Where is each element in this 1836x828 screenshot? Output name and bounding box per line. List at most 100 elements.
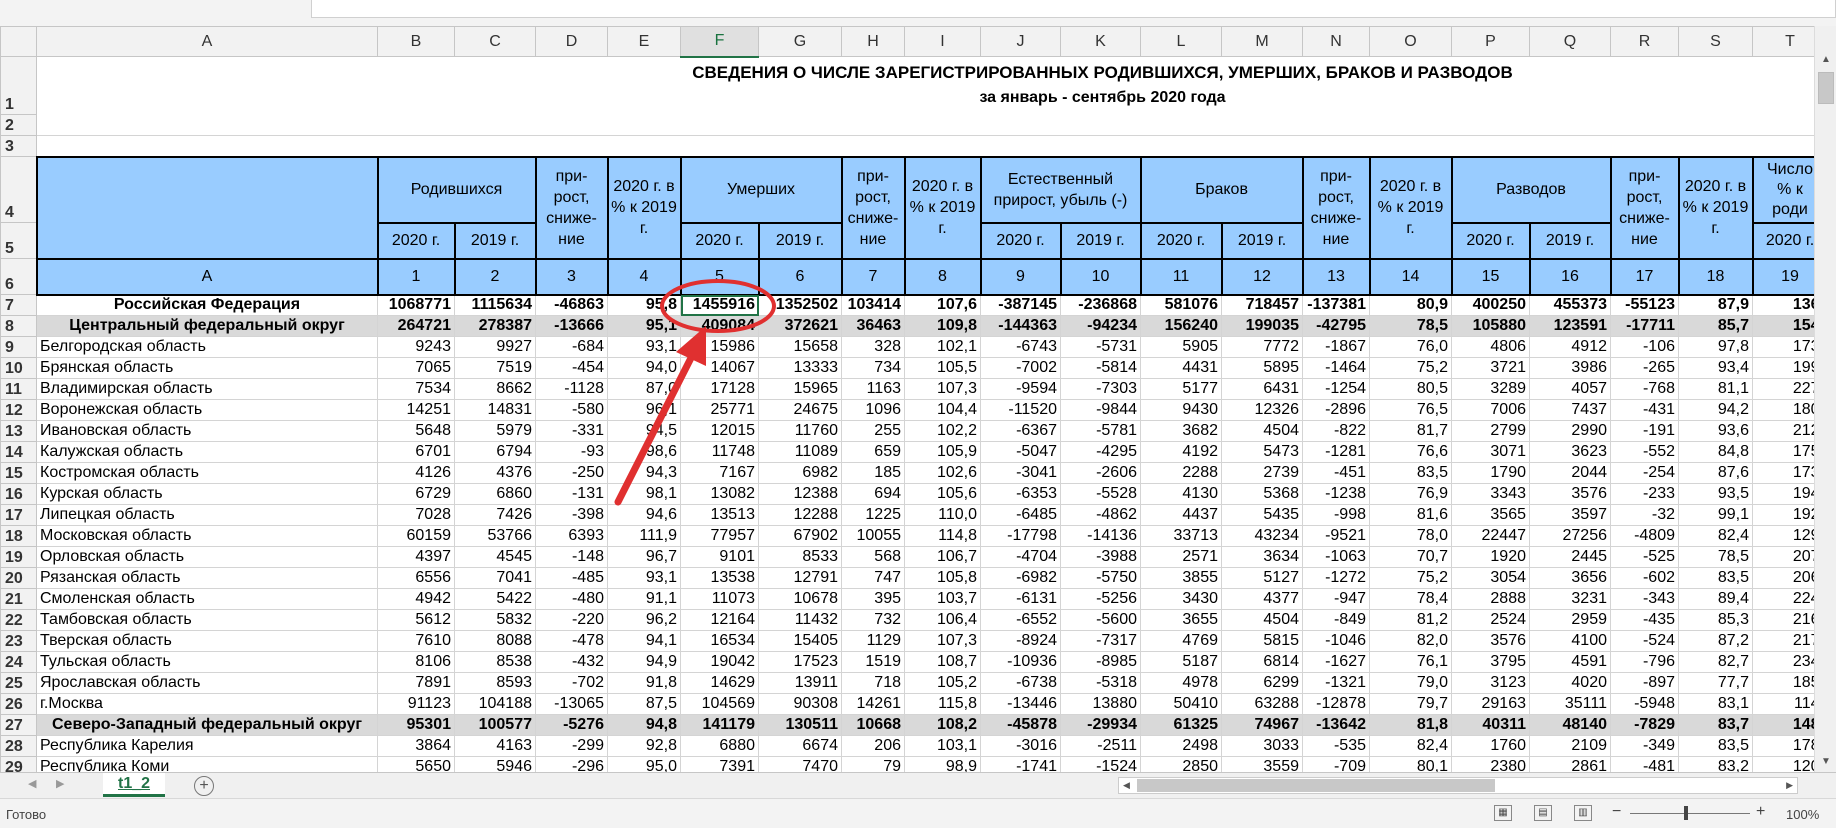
data-cell[interactable]: -849 — [1302, 609, 1370, 631]
data-cell[interactable]: 111,9 — [607, 525, 681, 547]
data-cell[interactable]: -349 — [1610, 735, 1679, 757]
data-cell[interactable]: -5781 — [1060, 420, 1141, 442]
data-cell[interactable]: -5528 — [1060, 483, 1141, 505]
data-cell[interactable]: -3016 — [980, 735, 1061, 757]
data-cell[interactable]: 734 — [841, 357, 905, 379]
data-cell[interactable]: 6674 — [758, 735, 842, 757]
data-cell[interactable]: 1068771 — [377, 293, 455, 316]
row-header[interactable]: 21 — [0, 588, 37, 610]
data-cell[interactable]: 81,2 — [1369, 609, 1452, 631]
scroll-left-icon[interactable]: ◀ — [1123, 778, 1130, 793]
data-cell[interactable]: 94,2 — [1678, 399, 1753, 421]
data-cell[interactable]: 395 — [841, 588, 905, 610]
data-cell[interactable]: -331 — [535, 420, 608, 442]
data-cell[interactable]: -14136 — [1060, 525, 1141, 547]
data-cell[interactable]: 4437 — [1140, 504, 1222, 526]
data-cell[interactable]: 98,1 — [607, 483, 681, 505]
region-name-cell[interactable]: Северо-Западный федеральный округ — [36, 714, 378, 736]
scroll-down-icon[interactable]: ▼ — [1815, 752, 1836, 772]
row-header[interactable]: 9 — [0, 336, 37, 358]
data-cell[interactable]: 7437 — [1529, 399, 1611, 421]
data-cell[interactable]: 14831 — [454, 399, 536, 421]
row-header[interactable]: 25 — [0, 672, 37, 694]
tab-prev-icon[interactable]: ◀ — [28, 777, 36, 790]
data-cell[interactable]: 3576 — [1529, 483, 1611, 505]
data-cell[interactable]: 6701 — [377, 441, 455, 463]
data-cell[interactable]: 82,0 — [1369, 630, 1452, 652]
data-cell[interactable]: 108,2 — [904, 714, 981, 736]
data-cell[interactable]: -7002 — [980, 357, 1061, 379]
data-cell[interactable]: 83,5 — [1678, 567, 1753, 589]
data-cell[interactable]: -13065 — [535, 693, 608, 715]
row-header[interactable]: 18 — [0, 525, 37, 547]
data-cell[interactable]: 11760 — [758, 420, 842, 442]
data-cell[interactable]: 77,7 — [1678, 672, 1753, 694]
data-cell[interactable]: 83,2 — [1678, 756, 1753, 772]
data-cell[interactable]: 141179 — [680, 714, 759, 736]
data-cell[interactable]: 123591 — [1529, 315, 1611, 337]
data-cell[interactable]: 82,4 — [1369, 735, 1452, 757]
data-cell[interactable]: 15658 — [758, 336, 842, 358]
data-cell[interactable]: 76,1 — [1369, 651, 1452, 673]
data-cell[interactable]: -2511 — [1060, 735, 1141, 757]
data-cell[interactable]: 10055 — [841, 525, 905, 547]
data-cell[interactable]: 1115634 — [454, 293, 536, 316]
data-cell[interactable]: 2445 — [1529, 546, 1611, 568]
data-cell[interactable]: 94,8 — [607, 714, 681, 736]
data-cell[interactable]: 2861 — [1529, 756, 1611, 772]
data-cell[interactable]: 90308 — [758, 693, 842, 715]
data-cell[interactable]: 12791 — [758, 567, 842, 589]
region-name-cell[interactable]: Центральный федеральный округ — [36, 315, 378, 337]
data-cell[interactable]: 87,5 — [607, 693, 681, 715]
row-header[interactable]: 10 — [0, 357, 37, 379]
data-cell[interactable]: 4126 — [377, 462, 455, 484]
data-cell[interactable]: 7028 — [377, 504, 455, 526]
data-cell[interactable]: 70,7 — [1369, 546, 1452, 568]
data-cell[interactable]: 4806 — [1451, 336, 1530, 358]
row-header[interactable]: 4 — [0, 156, 37, 223]
data-cell[interactable]: -454 — [535, 357, 608, 379]
data-cell[interactable]: -7303 — [1060, 378, 1141, 400]
data-cell[interactable]: 2739 — [1221, 462, 1303, 484]
data-cell[interactable]: 29163 — [1451, 693, 1530, 715]
data-cell[interactable]: 93,6 — [1678, 420, 1753, 442]
data-cell[interactable]: 36463 — [841, 315, 905, 337]
data-cell[interactable]: 4431 — [1140, 357, 1222, 379]
data-cell[interactable]: -93 — [535, 441, 608, 463]
data-cell[interactable]: 97,8 — [1678, 336, 1753, 358]
column-header-i[interactable]: I — [904, 26, 981, 57]
data-cell[interactable]: 4057 — [1529, 378, 1611, 400]
data-cell[interactable]: 102,1 — [904, 336, 981, 358]
row-header[interactable]: 2 — [0, 114, 37, 136]
add-sheet-icon[interactable]: + — [194, 776, 214, 796]
zoom-out-icon[interactable]: − — [1612, 803, 1621, 821]
data-cell[interactable]: -6743 — [980, 336, 1061, 358]
data-cell[interactable]: 1225 — [841, 504, 905, 526]
data-cell[interactable]: 5648 — [377, 420, 455, 442]
data-cell[interactable]: 92,8 — [607, 735, 681, 757]
data-cell[interactable]: 185 — [841, 462, 905, 484]
data-cell[interactable]: 1096 — [841, 399, 905, 421]
row-header[interactable]: 3 — [0, 135, 37, 157]
data-cell[interactable]: 87,2 — [1678, 630, 1753, 652]
vertical-scrollbar[interactable]: ▲ ▼ — [1814, 26, 1836, 772]
data-cell[interactable]: -1464 — [1302, 357, 1370, 379]
data-cell[interactable]: 81,7 — [1369, 420, 1452, 442]
page-layout-icon[interactable]: ▤ — [1534, 805, 1552, 821]
data-cell[interactable]: 3123 — [1451, 672, 1530, 694]
data-cell[interactable]: -552 — [1610, 441, 1679, 463]
data-cell[interactable]: 3033 — [1221, 735, 1303, 757]
data-cell[interactable]: 11089 — [758, 441, 842, 463]
data-cell[interactable]: 83,5 — [1369, 462, 1452, 484]
data-cell[interactable]: 103,1 — [904, 735, 981, 757]
data-cell[interactable]: 7426 — [454, 504, 536, 526]
data-cell[interactable]: 94,5 — [607, 420, 681, 442]
data-cell[interactable]: -1128 — [535, 378, 608, 400]
data-cell[interactable]: 10668 — [841, 714, 905, 736]
row-header[interactable]: 13 — [0, 420, 37, 442]
data-cell[interactable]: -796 — [1610, 651, 1679, 673]
data-cell[interactable]: -6485 — [980, 504, 1061, 526]
data-cell[interactable]: -12878 — [1302, 693, 1370, 715]
data-cell[interactable]: -481 — [1610, 756, 1679, 772]
data-cell[interactable]: -8924 — [980, 630, 1061, 652]
